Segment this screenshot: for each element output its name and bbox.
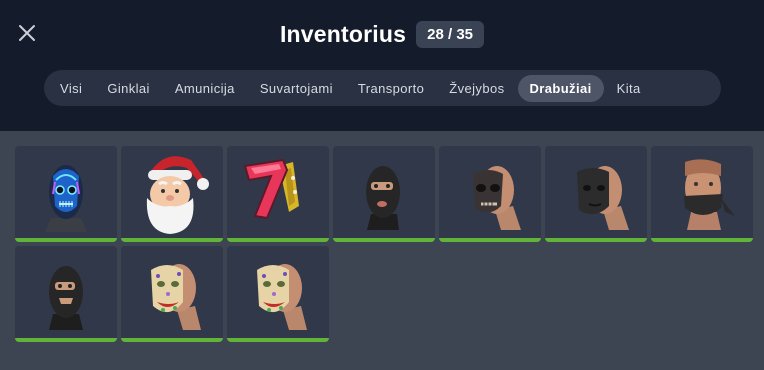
category-tabs: Visi Ginklai Amunicija Suvartojami Trans… [44, 70, 721, 106]
durability-bar [651, 238, 753, 242]
durability-bar [121, 238, 223, 242]
durability-bar [15, 338, 117, 342]
tab-transporto[interactable]: Transporto [346, 75, 436, 102]
tab-ginklai[interactable]: Ginklai [95, 75, 162, 102]
lucky-seven-mask-icon [243, 158, 299, 220]
inventory-slot[interactable] [333, 146, 435, 242]
inventory-slot[interactable] [15, 246, 117, 342]
black-bandana-icon [684, 159, 735, 230]
inventory-header: Inventorius 28 / 35 Visi Ginklai Amunici… [0, 0, 764, 131]
clown-hockey-mask-icon [257, 264, 307, 330]
black-face-mask-icon [577, 166, 629, 230]
durability-bar [227, 238, 329, 242]
inventory-slot[interactable] [227, 246, 329, 342]
tab-visi[interactable]: Visi [48, 75, 94, 102]
inventory-slot[interactable] [15, 146, 117, 242]
durability-bar [121, 338, 223, 342]
durability-bar [333, 238, 435, 242]
inventory-slot[interactable] [651, 146, 753, 242]
capacity-badge: 28 / 35 [416, 20, 485, 48]
tab-zvejybos[interactable]: Žvejybos [437, 75, 516, 102]
neon-skull-mask-icon [45, 165, 87, 232]
inventory-slot[interactable] [121, 246, 223, 342]
tab-drabuziai[interactable]: Drabužiai [517, 74, 604, 102]
inventory-grid [15, 146, 753, 342]
skull-face-mask-icon [473, 166, 521, 230]
durability-bar [227, 338, 329, 342]
black-balaclava-open-icon [49, 266, 83, 330]
title-row: Inventorius 28 / 35 [0, 16, 764, 52]
clown-hockey-mask-icon [151, 264, 201, 330]
tab-kita[interactable]: Kita [605, 75, 653, 102]
tab-amunicija[interactable]: Amunicija [163, 75, 247, 102]
inventory-slot[interactable] [227, 146, 329, 242]
page-title: Inventorius [279, 20, 407, 47]
inventory-slot[interactable] [439, 146, 541, 242]
black-balaclava-icon [366, 166, 400, 230]
tab-suvartojami[interactable]: Suvartojami [248, 75, 345, 102]
durability-bar [545, 238, 647, 242]
durability-bar [15, 238, 117, 242]
inventory-slot[interactable] [545, 146, 647, 242]
santa-mask-icon [146, 156, 209, 234]
inventory-slot[interactable] [121, 146, 223, 242]
durability-bar [439, 238, 541, 242]
